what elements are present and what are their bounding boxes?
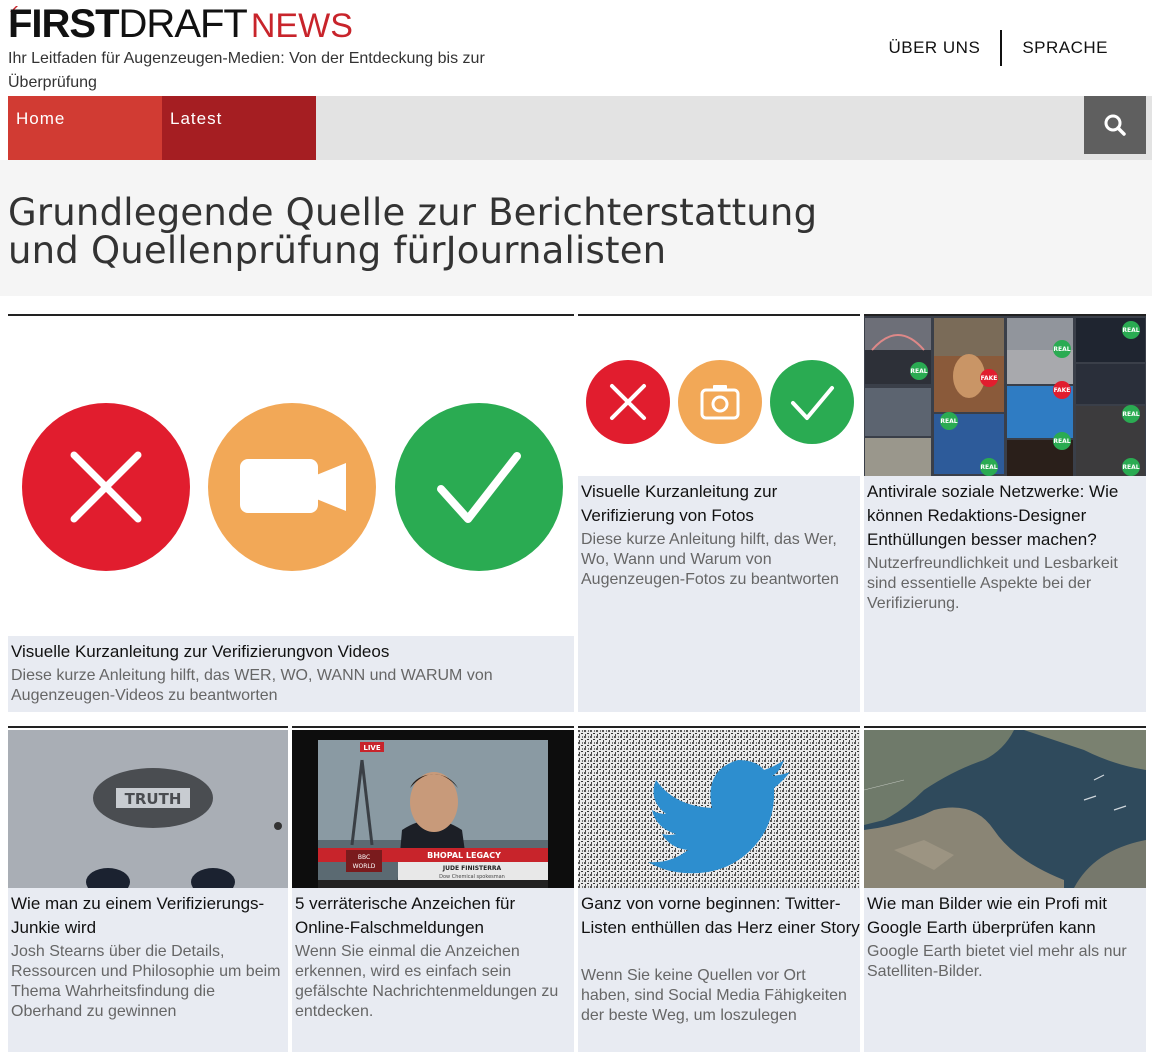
- collage-tag: REAL: [1122, 327, 1139, 334]
- article-card-verification-junkie[interactable]: TRUTH Wie man zu einem Verifizierungs-Ju…: [8, 730, 288, 1052]
- logo-first: FIRST: [8, 2, 120, 46]
- nav-language-link[interactable]: SPRACHE: [1002, 30, 1128, 66]
- stencil-text: TRUTH: [125, 790, 182, 808]
- site-logo[interactable]: FIRST DRAFT NEWS: [8, 2, 353, 46]
- live-badge: LIVE: [363, 744, 380, 752]
- truth-stencil-graphic: TRUTH: [8, 730, 288, 888]
- article-card-video-guide[interactable]: Visuelle Kurzanleitung zur Verifizierung…: [8, 316, 574, 712]
- collage-tag: REAL: [1053, 438, 1070, 445]
- divider-line: [292, 726, 574, 728]
- site-header: FIRST DRAFT NEWS Ihr Leitfaden für Augen…: [0, 0, 1152, 96]
- card-description: Diese kurze Anleitung hilft, das Wer, Wo…: [581, 531, 839, 588]
- main-navbar: Home Latest: [8, 96, 1152, 160]
- collage-tag: REAL: [1122, 464, 1139, 471]
- divider-line: [864, 726, 1146, 728]
- collage-tag: REAL: [980, 464, 997, 471]
- hoax-collage-image: REAL REAL FAKE REAL FAKE REAL REAL REAL …: [864, 316, 1146, 476]
- twitter-bird-image: [578, 730, 860, 888]
- tv-news-graphic: LIVE BHOPAL LEGACY JUDE FINISTERRA Dow C…: [292, 730, 574, 888]
- card-title: 5 verräterische Anzeichen für Online-Fal…: [295, 894, 516, 937]
- card-description: Diese kurze Anleitung hilft, das WER, WO…: [11, 667, 493, 704]
- article-card-twitter-lists[interactable]: Ganz von vorne beginnen: Twitter-Listen …: [578, 730, 860, 1052]
- photo-guide-image: [578, 316, 860, 476]
- card-title: Visuelle Kurzanleitung zur Verifizierung…: [11, 642, 390, 661]
- collage-tag: FAKE: [1054, 387, 1071, 394]
- nav-tab-home[interactable]: Home: [8, 96, 162, 160]
- page-title-line1: Grundlegende Quelle zur Berichterstattun…: [8, 191, 818, 234]
- collage-tag: REAL: [910, 368, 927, 375]
- card-title: Wie man Bilder wie ein Profi mit Google …: [867, 894, 1107, 937]
- logo-news: NEWS: [250, 7, 353, 45]
- card-description: Josh Stearns über die Details, Ressource…: [11, 943, 281, 1020]
- tv-headline: BHOPAL LEGACY: [427, 851, 501, 860]
- tv-channel-bottom: WORLD: [353, 863, 376, 870]
- collage-tag: REAL: [1122, 411, 1139, 418]
- card-description: Google Earth bietet viel mehr als nur Sa…: [867, 943, 1127, 980]
- page-title-section: Grundlegende Quelle zur Berichterstattun…: [0, 160, 1152, 296]
- tv-news-image: LIVE BHOPAL LEGACY JUDE FINISTERRA Dow C…: [292, 730, 574, 888]
- truth-stencil-image: TRUTH: [8, 730, 288, 888]
- collage-tag: REAL: [940, 418, 957, 425]
- article-card-antiviral-networks[interactable]: REAL REAL FAKE REAL FAKE REAL REAL REAL …: [864, 316, 1146, 712]
- collage-tag: REAL: [1053, 346, 1070, 353]
- satellite-map-graphic: [864, 730, 1146, 888]
- satellite-map-image: [864, 730, 1146, 888]
- search-button[interactable]: [1084, 96, 1146, 154]
- divider-line: [8, 726, 288, 728]
- tv-name: JUDE FINISTERRA: [442, 865, 502, 872]
- search-icon: [1104, 114, 1126, 136]
- card-title: Antivirale soziale Netzwerke: Wie können…: [867, 482, 1119, 549]
- logo-draft: DRAFT: [118, 2, 248, 46]
- card-title: Visuelle Kurzanleitung zur Verifizierung…: [581, 482, 778, 525]
- article-card-google-earth[interactable]: Wie man Bilder wie ein Profi mit Google …: [864, 730, 1146, 1052]
- article-card-hoax-signs[interactable]: LIVE BHOPAL LEGACY JUDE FINISTERRA Dow C…: [292, 730, 574, 1052]
- video-guide-image: [8, 316, 574, 636]
- photo-guide-graphic: [586, 360, 854, 444]
- nav-about-link[interactable]: ÜBER UNS: [868, 30, 1000, 66]
- top-nav: ÜBER UNS SPRACHE: [868, 30, 1128, 66]
- hoax-collage-graphic: REAL REAL FAKE REAL FAKE REAL REAL REAL …: [864, 316, 1146, 476]
- card-description: Wenn Sie keine Quellen vor Ort haben, si…: [581, 967, 847, 1024]
- nav-tab-latest[interactable]: Latest: [162, 96, 316, 160]
- twitter-bird-graphic: [578, 730, 860, 888]
- article-card-photo-guide[interactable]: Visuelle Kurzanleitung zur Verifizierung…: [578, 316, 860, 712]
- card-title: Wie man zu einem Verifizierungs-Junkie w…: [11, 894, 265, 937]
- video-guide-graphic: [22, 403, 563, 571]
- page-title: Grundlegende Quelle zur Berichterstattun…: [8, 194, 828, 270]
- tv-role: Dow Chemical spokesman: [439, 874, 505, 880]
- card-description: Wenn Sie einmal die Anzeichen erkennen, …: [295, 943, 559, 1020]
- card-description: Nutzerfreundlichkeit und Lesbarkeit sind…: [867, 555, 1118, 612]
- page-title-line2: und Quellenprüfung fürJournalisten: [8, 229, 667, 272]
- collage-tag: FAKE: [981, 375, 998, 382]
- tv-channel-top: BBC: [358, 854, 370, 861]
- card-title: Ganz von vorne beginnen: Twitter-Listen …: [581, 894, 860, 937]
- divider-line: [578, 726, 860, 728]
- site-tagline: Ihr Leitfaden für Augenzeugen-Medien: Vo…: [8, 50, 485, 91]
